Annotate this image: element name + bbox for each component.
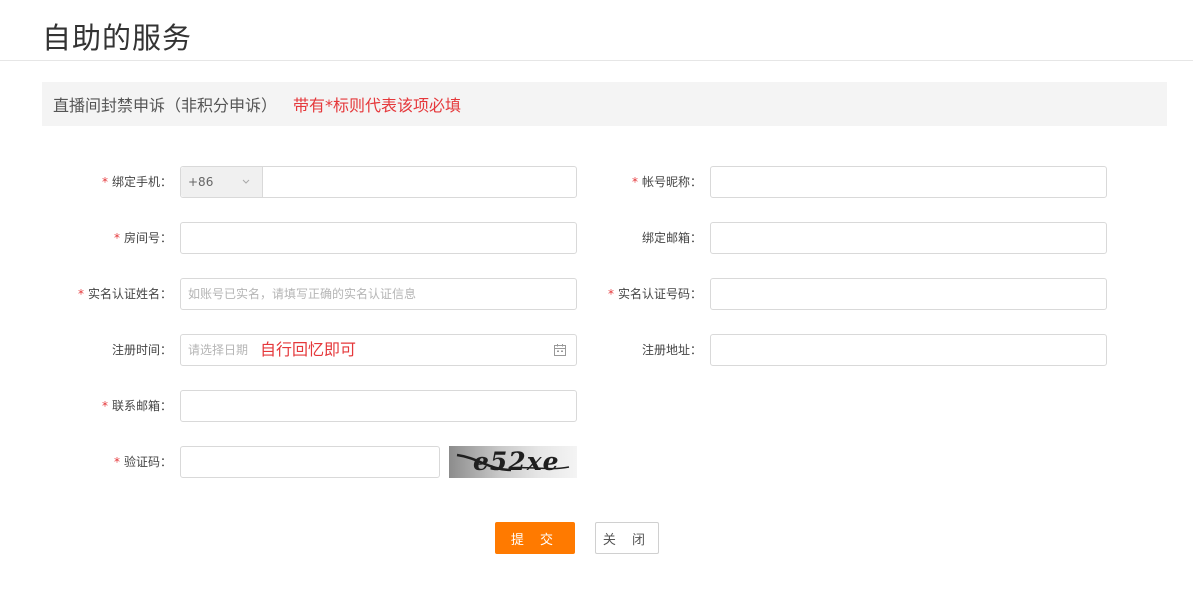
required-mark: * — [77, 287, 84, 301]
contact-email-label: * 联系邮箱： — [101, 399, 172, 413]
captcha-input[interactable] — [180, 446, 440, 478]
captcha-image[interactable]: e52xe — [449, 446, 577, 478]
phone-label: * 绑定手机： — [101, 175, 172, 189]
country-code-select[interactable]: +86 — [181, 167, 263, 197]
contact-email-field[interactable] — [180, 390, 577, 422]
reg-date-hint: 自行回忆即可 — [260, 340, 357, 359]
room-field[interactable] — [180, 222, 577, 254]
required-mark: * — [607, 287, 614, 301]
required-mark: * — [113, 231, 120, 245]
real-name-label: * 实名认证姓名： — [77, 287, 172, 301]
nickname-field[interactable] — [710, 166, 1107, 198]
reg-time-label: 注册时间： — [111, 343, 172, 357]
id-number-field[interactable] — [710, 278, 1107, 310]
real-name-field[interactable]: 如账号已实名，请填写正确的实名认证信息 — [180, 278, 577, 310]
title-divider — [0, 60, 1193, 61]
bind-email-field[interactable] — [710, 222, 1107, 254]
reg-date-picker[interactable]: 请选择日期 自行回忆即可 — [180, 334, 577, 366]
bind-email-label: 绑定邮箱： — [641, 231, 702, 245]
page-title: 自助的服务 — [42, 21, 193, 55]
required-mark: * — [113, 455, 120, 469]
id-number-label: * 实名认证号码： — [607, 287, 702, 301]
reg-address-field[interactable] — [710, 334, 1107, 366]
reg-address-label: 注册地址： — [641, 343, 702, 357]
required-note: 带有*标则代表该项必填 — [293, 96, 462, 115]
phone-field[interactable]: +86 — [180, 166, 577, 198]
real-name-placeholder: 如账号已实名，请填写正确的实名认证信息 — [188, 287, 417, 301]
close-button[interactable]: 关 闭 — [595, 522, 659, 554]
captcha-label: * 验证码： — [113, 455, 172, 469]
room-label: * 房间号： — [113, 231, 172, 245]
form-banner: 直播间封禁申诉（非积分申诉） 带有*标则代表该项必填 — [42, 82, 1167, 126]
banner-title: 直播间封禁申诉（非积分申诉） — [53, 96, 278, 115]
nickname-label: * 帐号昵称： — [631, 175, 702, 189]
captcha-text: e52xe — [473, 447, 560, 476]
submit-button[interactable]: 提 交 — [495, 522, 575, 554]
required-mark: * — [101, 399, 108, 413]
required-mark: * — [101, 175, 108, 189]
reg-date-placeholder: 请选择日期 — [188, 343, 249, 357]
required-mark: * — [631, 175, 638, 189]
chevron-down-icon — [242, 179, 250, 184]
country-code-value: +86 — [188, 175, 214, 189]
